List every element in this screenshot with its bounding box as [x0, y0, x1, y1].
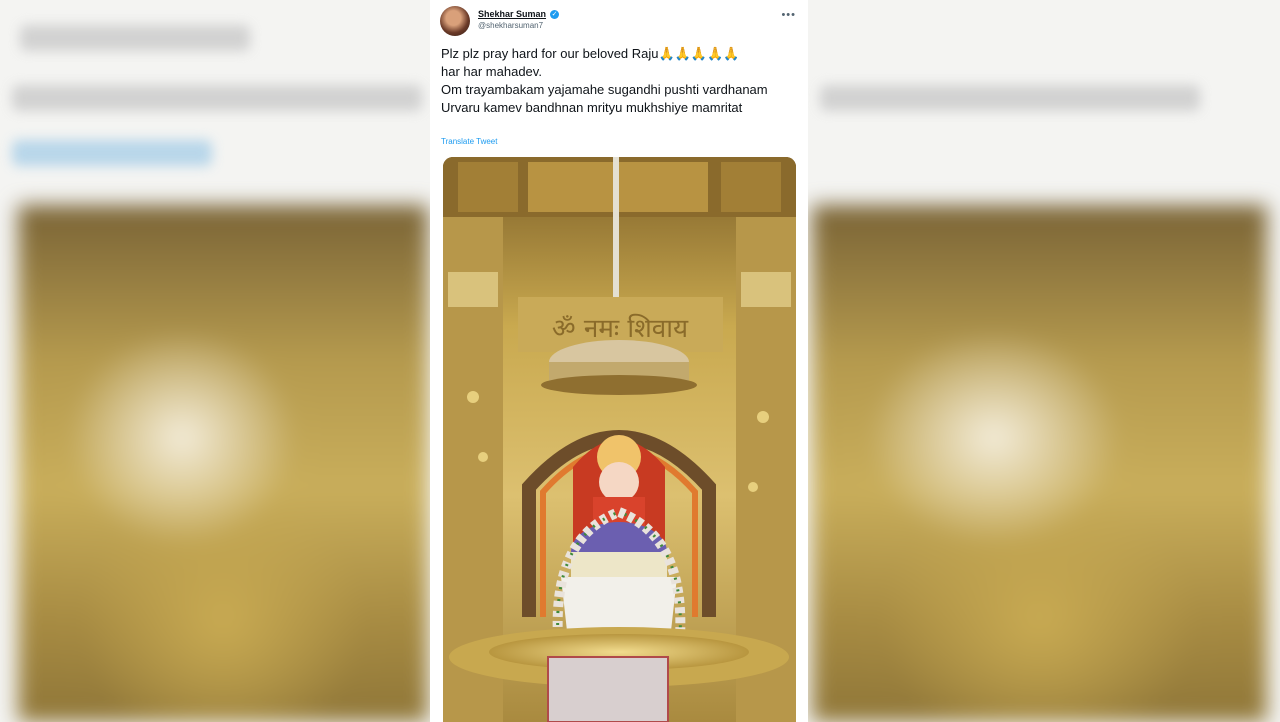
avatar[interactable] — [440, 6, 470, 36]
blurred-photo-right — [812, 205, 1267, 722]
tweet-media-image[interactable]: ॐ नमः शिवाय — [443, 157, 796, 722]
tweet-text: Plz plz pray hard for our beloved Raju🙏🙏… — [441, 45, 793, 117]
author-handle[interactable]: @shekharsuman7 — [478, 21, 543, 30]
blurred-link-bar — [12, 140, 212, 166]
verified-badge-icon: ✓ — [550, 9, 560, 19]
media-inscription: ॐ नमः शिवाय — [552, 313, 689, 344]
blurred-photo-left — [18, 205, 428, 722]
tweet-line: Om trayambakam yajamahe sugandhi pushti … — [441, 82, 768, 97]
tweet-line: Urvaru kamev bandhnan mrityu mukhshiye m… — [441, 100, 743, 115]
tweet-header: Shekhar Suman ✓ @shekharsuman7 ••• — [440, 6, 798, 38]
temple-shrine-illustration: ॐ नमः शिवाय — [443, 157, 796, 722]
tweet-line: Plz plz pray hard for our beloved Raju🙏🙏… — [441, 46, 740, 61]
author-row: Shekhar Suman ✓ — [478, 9, 560, 19]
tweet-card: Shekhar Suman ✓ @shekharsuman7 ••• Plz p… — [430, 0, 808, 722]
tweet-line: har har mahadev. — [441, 64, 542, 79]
blurred-text-bar — [20, 25, 250, 51]
blurred-text-bar — [12, 85, 422, 111]
more-options-icon[interactable]: ••• — [781, 9, 796, 21]
translate-tweet-link[interactable]: Translate Tweet — [441, 137, 497, 146]
blurred-text-bar — [820, 85, 1200, 111]
author-name[interactable]: Shekhar Suman — [478, 9, 546, 19]
